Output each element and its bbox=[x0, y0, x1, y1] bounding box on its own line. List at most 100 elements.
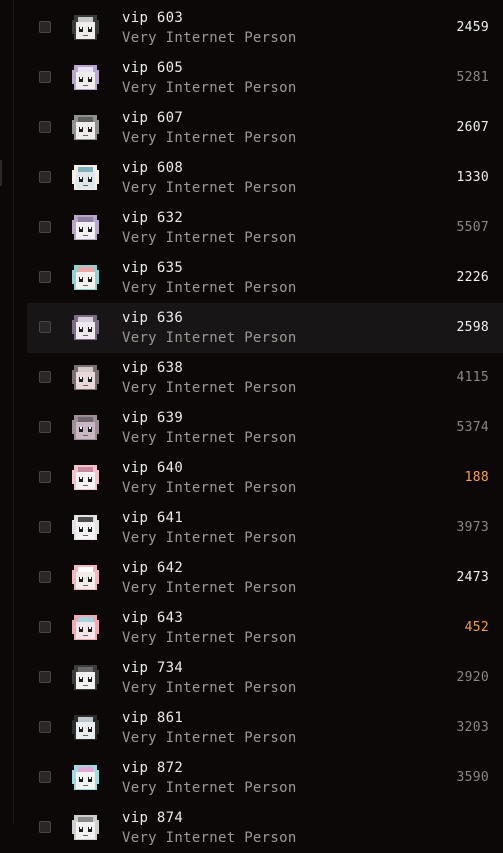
row-checkbox[interactable] bbox=[39, 821, 51, 833]
item-value: 5281 bbox=[456, 70, 489, 85]
item-subtitle: Very Internet Person bbox=[122, 280, 297, 296]
avatar bbox=[69, 361, 102, 394]
item-name: vip 643 bbox=[122, 610, 184, 626]
item-name: vip 632 bbox=[122, 210, 184, 226]
row-checkbox[interactable] bbox=[39, 621, 51, 633]
avatar bbox=[69, 461, 102, 494]
item-subtitle: Very Internet Person bbox=[122, 830, 297, 846]
list-item[interactable]: vip 643 Very Internet Person 452 bbox=[27, 603, 503, 653]
item-value: 2598 bbox=[456, 320, 489, 335]
list-item[interactable]: vip 638 Very Internet Person 4115 bbox=[27, 353, 503, 403]
row-checkbox[interactable] bbox=[39, 471, 51, 483]
item-subtitle: Very Internet Person bbox=[122, 430, 297, 446]
avatar bbox=[69, 261, 102, 294]
item-value: 5374 bbox=[456, 420, 489, 435]
avatar bbox=[69, 611, 102, 644]
row-checkbox[interactable] bbox=[39, 521, 51, 533]
item-value: 2459 bbox=[456, 20, 489, 35]
list-item[interactable]: vip 874 Very Internet Person bbox=[27, 803, 503, 853]
avatar bbox=[69, 511, 102, 544]
avatar bbox=[69, 561, 102, 594]
row-checkbox[interactable] bbox=[39, 721, 51, 733]
list-item[interactable]: vip 640 Very Internet Person 188 bbox=[27, 453, 503, 503]
item-subtitle: Very Internet Person bbox=[122, 680, 297, 696]
item-value: 3203 bbox=[456, 720, 489, 735]
item-name: vip 636 bbox=[122, 310, 184, 326]
list-item[interactable]: vip 632 Very Internet Person 5507 bbox=[27, 203, 503, 253]
item-value: 4115 bbox=[456, 370, 489, 385]
item-name: vip 734 bbox=[122, 660, 184, 676]
item-name: vip 642 bbox=[122, 560, 184, 576]
avatar bbox=[69, 411, 102, 444]
item-subtitle: Very Internet Person bbox=[122, 730, 297, 746]
item-name: vip 603 bbox=[122, 10, 184, 26]
row-checkbox[interactable] bbox=[39, 671, 51, 683]
row-checkbox[interactable] bbox=[39, 321, 51, 333]
item-value: 452 bbox=[464, 620, 489, 635]
item-value: 3590 bbox=[456, 770, 489, 785]
item-name: vip 635 bbox=[122, 260, 184, 276]
item-name: vip 607 bbox=[122, 110, 184, 126]
list-item[interactable]: vip 605 Very Internet Person 5281 bbox=[27, 53, 503, 103]
item-name: vip 872 bbox=[122, 760, 184, 776]
row-checkbox[interactable] bbox=[39, 371, 51, 383]
item-subtitle: Very Internet Person bbox=[122, 780, 297, 796]
avatar bbox=[69, 311, 102, 344]
avatar bbox=[69, 661, 102, 694]
row-checkbox[interactable] bbox=[39, 421, 51, 433]
item-subtitle: Very Internet Person bbox=[122, 230, 297, 246]
item-subtitle: Very Internet Person bbox=[122, 80, 297, 96]
list-item[interactable]: vip 641 Very Internet Person 3973 bbox=[27, 503, 503, 553]
list-item[interactable]: vip 639 Very Internet Person 5374 bbox=[27, 403, 503, 453]
item-name: vip 638 bbox=[122, 360, 184, 376]
item-name: vip 861 bbox=[122, 710, 184, 726]
item-value: 1330 bbox=[456, 170, 489, 185]
list-item[interactable]: vip 607 Very Internet Person 2607 bbox=[27, 103, 503, 153]
item-subtitle: Very Internet Person bbox=[122, 530, 297, 546]
avatar bbox=[69, 11, 102, 44]
item-subtitle: Very Internet Person bbox=[122, 580, 297, 596]
item-subtitle: Very Internet Person bbox=[122, 630, 297, 646]
item-subtitle: Very Internet Person bbox=[122, 30, 297, 46]
list-item[interactable]: vip 642 Very Internet Person 2473 bbox=[27, 553, 503, 603]
item-value: 3973 bbox=[456, 520, 489, 535]
row-checkbox[interactable] bbox=[39, 771, 51, 783]
list-item[interactable]: vip 734 Very Internet Person 2920 bbox=[27, 653, 503, 703]
row-checkbox[interactable] bbox=[39, 221, 51, 233]
item-subtitle: Very Internet Person bbox=[122, 130, 297, 146]
item-name: vip 605 bbox=[122, 60, 184, 76]
avatar bbox=[69, 761, 102, 794]
item-value: 2920 bbox=[456, 670, 489, 685]
item-subtitle: Very Internet Person bbox=[122, 180, 297, 196]
sidebar-scroll-marker bbox=[0, 160, 2, 186]
item-value: 2607 bbox=[456, 120, 489, 135]
list-item[interactable]: vip 872 Very Internet Person 3590 bbox=[27, 753, 503, 803]
avatar bbox=[69, 111, 102, 144]
row-checkbox[interactable] bbox=[39, 571, 51, 583]
list-item[interactable]: vip 635 Very Internet Person 2226 bbox=[27, 253, 503, 303]
avatar bbox=[69, 711, 102, 744]
avatar bbox=[69, 811, 102, 844]
item-subtitle: Very Internet Person bbox=[122, 330, 297, 346]
row-checkbox[interactable] bbox=[39, 271, 51, 283]
row-checkbox[interactable] bbox=[39, 121, 51, 133]
list-item[interactable]: vip 603 Very Internet Person 2459 bbox=[27, 3, 503, 53]
item-value: 2226 bbox=[456, 270, 489, 285]
avatar bbox=[69, 61, 102, 94]
list-item[interactable]: vip 861 Very Internet Person 3203 bbox=[27, 703, 503, 753]
row-checkbox[interactable] bbox=[39, 21, 51, 33]
avatar bbox=[69, 211, 102, 244]
row-checkbox[interactable] bbox=[39, 71, 51, 83]
item-subtitle: Very Internet Person bbox=[122, 480, 297, 496]
item-name: vip 639 bbox=[122, 410, 184, 426]
item-name: vip 608 bbox=[122, 160, 184, 176]
row-checkbox[interactable] bbox=[39, 171, 51, 183]
item-value: 2473 bbox=[456, 570, 489, 585]
vip-list: vip 603 Very Internet Person 2459 vip 60… bbox=[27, 3, 503, 853]
list-item[interactable]: vip 608 Very Internet Person 1330 bbox=[27, 153, 503, 203]
item-subtitle: Very Internet Person bbox=[122, 380, 297, 396]
item-value: 188 bbox=[464, 470, 489, 485]
list-item[interactable]: vip 636 Very Internet Person 2598 bbox=[27, 303, 503, 353]
avatar bbox=[69, 161, 102, 194]
left-sidebar-edge bbox=[0, 0, 14, 824]
